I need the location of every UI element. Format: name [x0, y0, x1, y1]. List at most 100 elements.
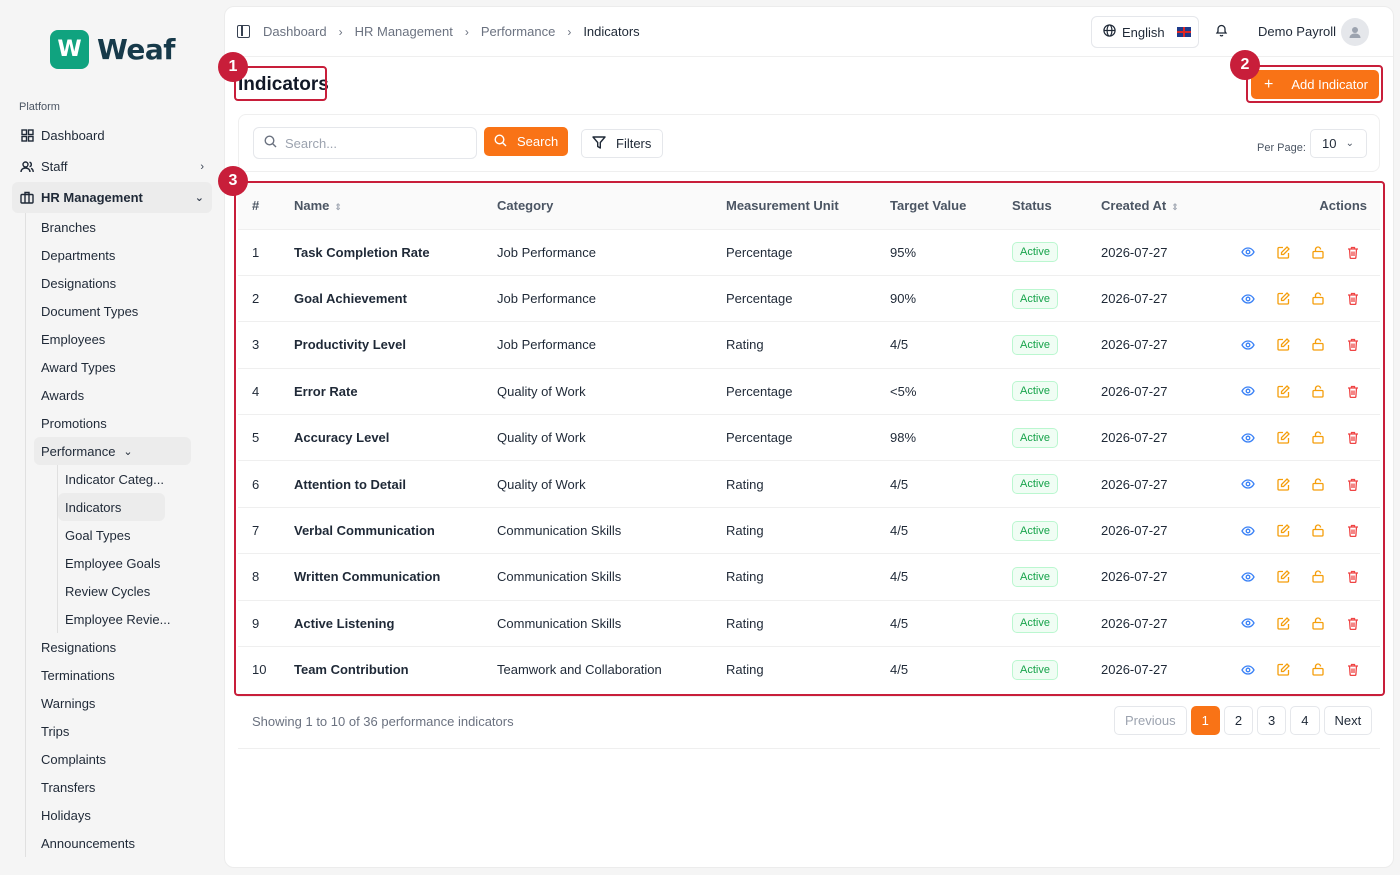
delete-icon[interactable]	[1346, 524, 1360, 538]
delete-icon[interactable]	[1346, 431, 1360, 445]
edit-icon[interactable]	[1276, 663, 1290, 677]
delete-icon[interactable]	[1346, 384, 1360, 398]
lock-icon[interactable]	[1311, 384, 1325, 398]
sidebar-item-employee-reviews[interactable]: Employee Revie...	[58, 605, 205, 633]
sidebar-item-warnings[interactable]: Warnings	[26, 689, 205, 717]
search-input[interactable]: Search...	[253, 127, 477, 159]
edit-icon[interactable]	[1276, 384, 1290, 398]
edit-icon[interactable]	[1276, 245, 1290, 259]
view-icon[interactable]	[1241, 431, 1255, 445]
table-row[interactable]: 6 Attention to Detail Quality of Work Ratin…	[238, 460, 1380, 508]
delete-icon[interactable]	[1346, 292, 1360, 306]
delete-icon[interactable]	[1346, 477, 1360, 491]
view-icon[interactable]	[1241, 663, 1255, 677]
page-button-3[interactable]: 3	[1257, 706, 1287, 735]
lock-icon[interactable]	[1311, 338, 1325, 352]
table-row[interactable]: 1 Task Completion Rate Job Performance Perc…	[238, 228, 1380, 276]
lock-icon[interactable]	[1311, 524, 1325, 538]
view-icon[interactable]	[1241, 292, 1255, 306]
view-icon[interactable]	[1241, 245, 1255, 259]
page-button-4[interactable]: 4	[1290, 706, 1320, 735]
sidebar-item-awards[interactable]: Awards	[26, 381, 205, 409]
sidebar-item-indicator-categories[interactable]: Indicator Categ...	[58, 465, 205, 493]
edit-icon[interactable]	[1276, 524, 1290, 538]
user-name[interactable]: Demo Payroll	[1258, 24, 1336, 39]
view-icon[interactable]	[1241, 616, 1255, 630]
sidebar-item-employee-goals[interactable]: Employee Goals	[58, 549, 205, 577]
sidebar-item-transfers[interactable]: Transfers	[26, 773, 205, 801]
sidebar-item-branches[interactable]: Branches	[26, 213, 205, 241]
sidebar-item-designations[interactable]: Designations	[26, 269, 205, 297]
bell-icon[interactable]	[1215, 23, 1228, 40]
lock-icon[interactable]	[1311, 245, 1325, 259]
breadcrumb-item[interactable]: HR Management	[355, 24, 453, 39]
breadcrumb-item[interactable]: Performance	[481, 24, 555, 39]
table-row[interactable]: 7 Verbal Communication Communication Skill…	[238, 506, 1380, 554]
lock-icon[interactable]	[1311, 570, 1325, 584]
sidebar-item-hr-management[interactable]: HR Management ⌄	[12, 182, 212, 213]
breadcrumb-item[interactable]: Dashboard	[263, 24, 327, 39]
delete-icon[interactable]	[1346, 245, 1360, 259]
sidebar-toggle-icon[interactable]	[237, 25, 250, 38]
sidebar-item-terminations[interactable]: Terminations	[26, 661, 205, 689]
sidebar-item-dashboard[interactable]: Dashboard	[12, 120, 212, 151]
table-row[interactable]: 4 Error Rate Quality of Work Percentage <5% A…	[238, 367, 1380, 415]
search-button[interactable]: Search	[484, 127, 568, 156]
edit-icon[interactable]	[1276, 570, 1290, 584]
avatar[interactable]	[1341, 18, 1369, 46]
next-page-button[interactable]: Next	[1323, 706, 1373, 735]
table-row[interactable]: 2 Goal Achievement Job Performance Percenta…	[238, 274, 1380, 322]
view-icon[interactable]	[1241, 338, 1255, 352]
column-header-name[interactable]: Name ⇕	[294, 183, 497, 229]
per-page-select[interactable]: 10 ⌄	[1310, 129, 1367, 158]
sidebar-item-performance[interactable]: Performance ⌄	[34, 437, 191, 465]
add-indicator-label: Add Indicator	[1291, 77, 1368, 92]
page-button-1[interactable]: 1	[1190, 706, 1220, 735]
view-icon[interactable]	[1241, 384, 1255, 398]
view-icon[interactable]	[1241, 524, 1255, 538]
add-indicator-button[interactable]: + Add Indicator	[1251, 70, 1379, 99]
delete-icon[interactable]	[1346, 663, 1360, 677]
sidebar-item-award-types[interactable]: Award Types	[26, 353, 205, 381]
filters-button[interactable]: Filters	[581, 129, 663, 158]
sidebar-item-resignations[interactable]: Resignations	[26, 633, 205, 661]
view-icon[interactable]	[1241, 477, 1255, 491]
sidebar-item-employees[interactable]: Employees	[26, 325, 205, 353]
sidebar-item-promotions[interactable]: Promotions	[26, 409, 205, 437]
lock-icon[interactable]	[1311, 477, 1325, 491]
previous-page-button[interactable]: Previous	[1114, 706, 1187, 735]
column-header-created-at[interactable]: Created At ⇕	[1101, 183, 1231, 229]
page-button-2[interactable]: 2	[1223, 706, 1254, 735]
edit-icon[interactable]	[1276, 431, 1290, 445]
lock-icon[interactable]	[1311, 616, 1325, 630]
lock-icon[interactable]	[1311, 292, 1325, 306]
sidebar-item-staff[interactable]: Staff ›	[12, 151, 212, 182]
sidebar-item-goal-types[interactable]: Goal Types	[58, 521, 205, 549]
edit-icon[interactable]	[1276, 292, 1290, 306]
view-icon[interactable]	[1241, 570, 1255, 584]
sidebar-item-holidays[interactable]: Holidays	[26, 801, 205, 829]
table-row[interactable]: 9 Active Listening Communication Skills Rat…	[238, 599, 1380, 647]
sidebar-item-indicators[interactable]: Indicators	[58, 493, 165, 521]
sidebar-item-departments[interactable]: Departments	[26, 241, 205, 269]
table-row[interactable]: 8 Written Communication Communication Skil…	[238, 553, 1380, 601]
table-row[interactable]: 3 Productivity Level Job Performance Rating…	[238, 321, 1380, 369]
sidebar-item-label: Dashboard	[41, 128, 105, 143]
sidebar-item-trips[interactable]: Trips	[26, 717, 205, 745]
lock-icon[interactable]	[1311, 431, 1325, 445]
edit-icon[interactable]	[1276, 338, 1290, 352]
sidebar-item-complaints[interactable]: Complaints	[26, 745, 205, 773]
delete-icon[interactable]	[1346, 570, 1360, 584]
sidebar-item-document-types[interactable]: Document Types	[26, 297, 205, 325]
lock-icon[interactable]	[1311, 663, 1325, 677]
sidebar-item-announcements[interactable]: Announcements	[26, 829, 205, 857]
language-selector[interactable]: English	[1091, 16, 1199, 48]
delete-icon[interactable]	[1346, 616, 1360, 630]
delete-icon[interactable]	[1346, 338, 1360, 352]
sidebar-item-review-cycles[interactable]: Review Cycles	[58, 577, 205, 605]
logo[interactable]: W Weaf	[50, 30, 175, 69]
edit-icon[interactable]	[1276, 616, 1290, 630]
table-row[interactable]: 10 Team Contribution Teamwork and Collabor…	[238, 646, 1380, 693]
table-row[interactable]: 5 Accuracy Level Quality of Work Percentage…	[238, 414, 1380, 461]
edit-icon[interactable]	[1276, 477, 1290, 491]
